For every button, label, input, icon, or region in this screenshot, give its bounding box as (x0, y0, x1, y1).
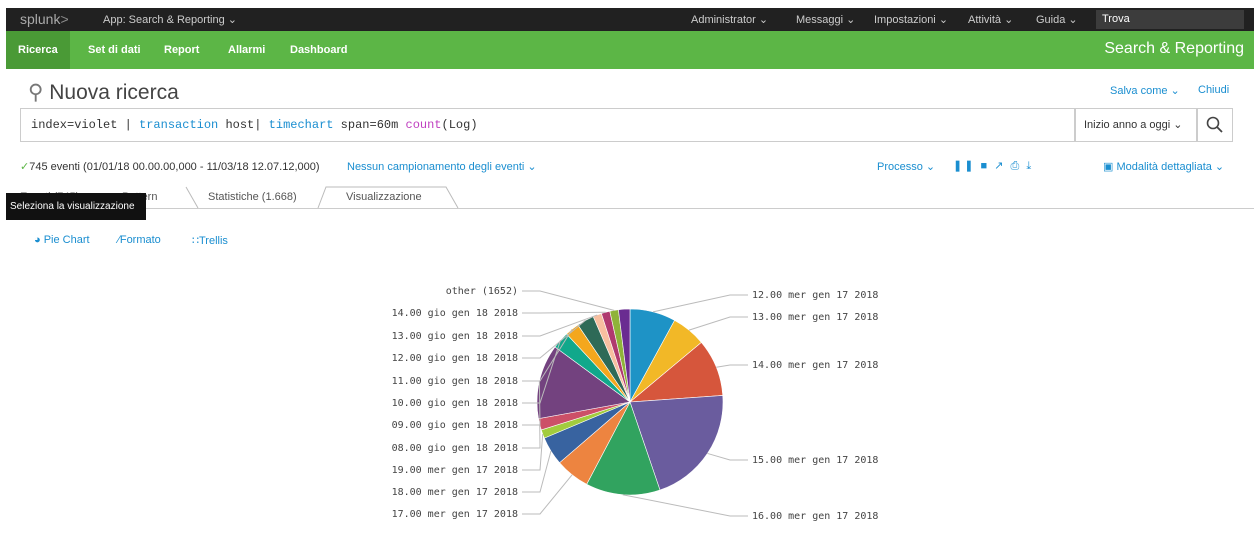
pie-label: 13.00 gio gen 18 2018 (392, 331, 518, 342)
pie-label: 16.00 mer gen 17 2018 (752, 511, 878, 522)
pie-label: 10.00 gio gen 18 2018 (392, 398, 518, 409)
pie-label: other (1652) (446, 286, 518, 297)
pie-chart: other (1652) 14.00 gio gen 18 2018 13.00 g… (392, 286, 879, 522)
pie-leader-line (522, 424, 541, 449)
pie-label: 12.00 mer gen 17 2018 (752, 290, 878, 301)
pie-label: 09.00 gio gen 18 2018 (392, 420, 518, 431)
pie-leader-line (522, 474, 573, 515)
pie-label: 15.00 mer gen 17 2018 (752, 455, 878, 466)
pie-leader-line (522, 311, 606, 314)
pie-label: 14.00 mer gen 17 2018 (752, 360, 878, 371)
pie-label: 18.00 mer gen 17 2018 (392, 487, 518, 498)
pie-leader-line (716, 364, 748, 368)
pie-label: 13.00 mer gen 17 2018 (752, 312, 878, 323)
pie-label: 12.00 gio gen 18 2018 (392, 353, 518, 364)
pie-leader-line (522, 290, 615, 311)
pie-label: 14.00 gio gen 18 2018 (392, 308, 518, 319)
pie-label: 17.00 mer gen 17 2018 (392, 509, 518, 520)
pie-leader-line (622, 494, 748, 517)
pie-label: 19.00 mer gen 17 2018 (392, 465, 518, 476)
pie-label: 08.00 gio gen 18 2018 (392, 443, 518, 454)
pie-leader-line (707, 452, 748, 461)
pie-label: 11.00 gio gen 18 2018 (392, 376, 518, 387)
pie-leader-line (522, 450, 552, 493)
pie-leader-line (688, 316, 748, 331)
pie-leader-line (652, 294, 748, 313)
